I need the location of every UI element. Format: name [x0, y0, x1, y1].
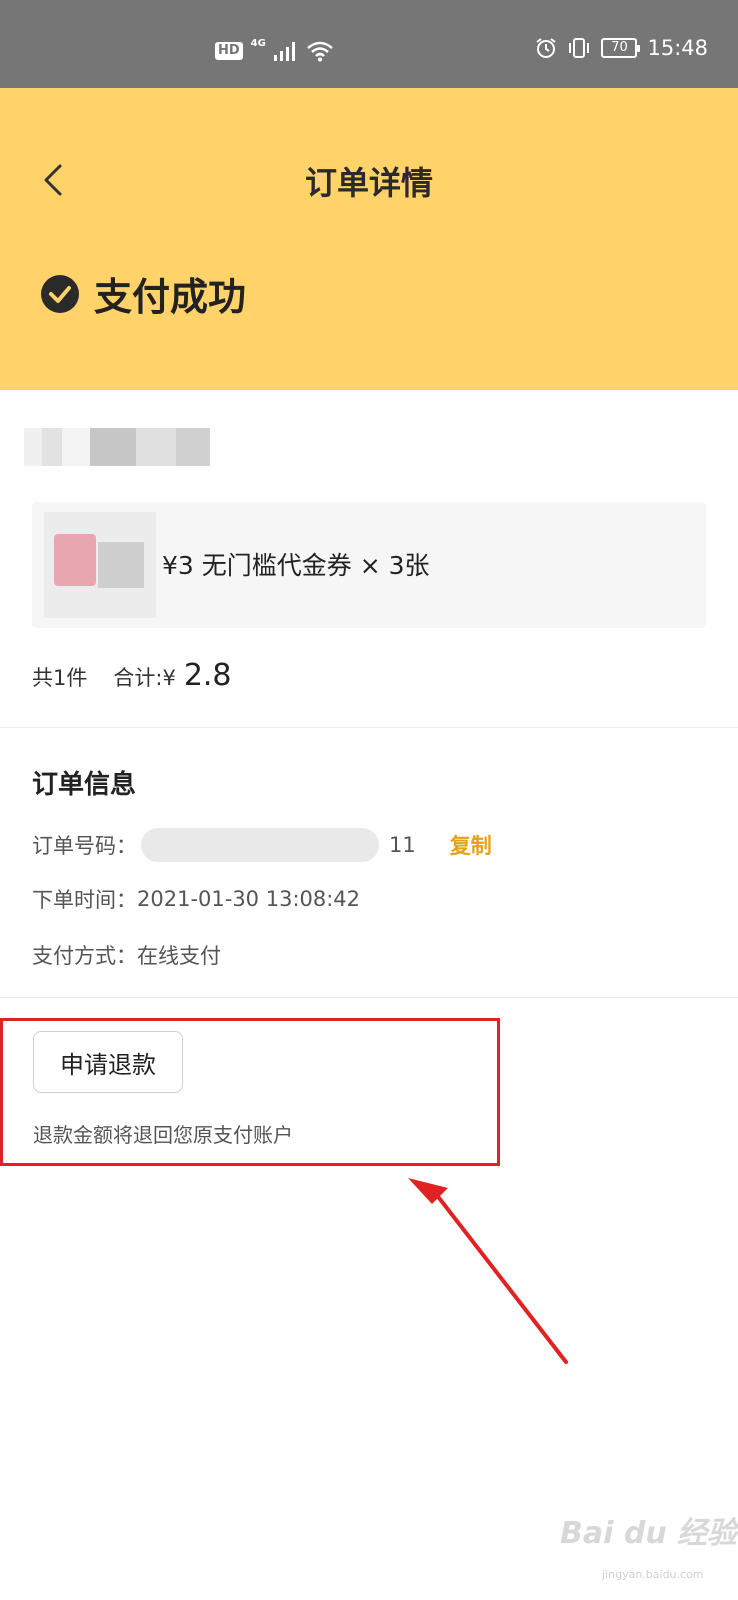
payment-method-value: 在线支付: [137, 944, 221, 968]
check-circle-icon: [41, 274, 79, 313]
vibrate-icon: [569, 38, 590, 58]
payment-method-row: 支付方式： 在线支付: [32, 940, 221, 970]
order-time-value: 2021-01-30 13:08:42: [137, 887, 361, 911]
store-name-blurred: [24, 428, 210, 466]
status-right-group: 70 15:48: [535, 36, 708, 60]
thumbnail-red-block: [54, 534, 96, 586]
status-network-group: HD 4G: [215, 37, 334, 62]
order-time-row: 下单时间： 2021-01-30 13:08:42: [32, 884, 360, 914]
annotation-arrow-icon: [408, 1178, 568, 1364]
order-number-row: 订单号码： 11 复制: [32, 828, 492, 862]
refund-note: 退款金额将退回您原支付账户: [33, 1123, 293, 1147]
order-time-label: 下单时间：: [32, 888, 137, 912]
alarm-icon: [536, 38, 557, 58]
hd-badge: HD: [215, 42, 243, 60]
order-number-label: 订单号码：: [32, 834, 137, 858]
order-item[interactable]: ¥3 无门槛代金券 × 3张: [32, 502, 706, 628]
baidu-watermark: Bai du 经验: [560, 1516, 738, 1551]
payment-status-text: 支付成功: [94, 275, 247, 319]
order-number-blurred: [141, 828, 379, 862]
payment-status: 支付成功: [40, 266, 246, 321]
item-count: 共1件: [32, 666, 88, 690]
baidu-watermark-url: jingyan.baidu.com: [602, 1568, 704, 1581]
wifi-icon: [307, 41, 333, 62]
item-thumbnail: [44, 512, 156, 618]
battery-indicator: 70: [601, 38, 641, 58]
order-header: 订单详情 支付成功: [0, 88, 738, 390]
order-number-suffix: 11: [389, 833, 416, 857]
copy-order-number-button[interactable]: 复制: [450, 830, 492, 860]
status-time: 15:48: [647, 36, 708, 60]
order-info-section: 订单信息 订单号码： 11 复制 下单时间： 2021-01-30 13:08:…: [0, 728, 738, 998]
order-total: 共1件 合计:¥ 2.8: [32, 658, 232, 693]
signal-icon: [273, 42, 295, 61]
order-info-heading: 订单信息: [32, 770, 137, 800]
refund-highlight-box: 申请退款 退款金额将退回您原支付账户: [0, 1018, 500, 1166]
apply-refund-button[interactable]: 申请退款: [33, 1031, 183, 1093]
product-card: ¥3 无门槛代金券 × 3张 共1件 合计:¥ 2.8: [0, 390, 738, 728]
page-title: 订单详情: [304, 164, 433, 202]
item-name: ¥3 无门槛代金券 × 3张: [162, 551, 430, 580]
network-type-label: 4G: [250, 37, 266, 49]
thumbnail-gray-block: [98, 542, 144, 588]
payment-method-label: 支付方式：: [32, 944, 137, 968]
total-amount: 2.8: [183, 658, 232, 693]
status-bar: HD 4G 70 15:48: [0, 0, 738, 88]
total-label: 合计:¥: [113, 666, 176, 690]
